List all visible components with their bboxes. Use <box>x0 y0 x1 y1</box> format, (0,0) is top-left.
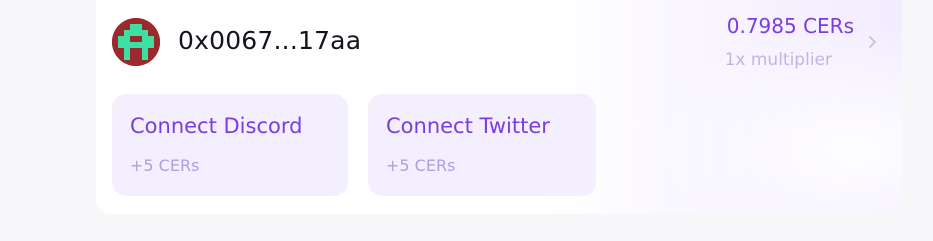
avatar <box>112 18 160 66</box>
chevron-right-icon[interactable] <box>866 33 880 51</box>
pixel-identicon-icon <box>112 18 160 66</box>
task-title: Connect Twitter <box>386 114 550 138</box>
wallet-address: 0x0067...17aa <box>178 26 362 55</box>
balance-link[interactable]: 0.7985 CERs <box>727 14 854 38</box>
account-card: 0x0067...17aa 0.7985 CERs 1x multiplier … <box>96 0 902 214</box>
connect-twitter-button[interactable]: Connect Twitter +5 CERs <box>368 94 596 196</box>
task-reward: +5 CERs <box>386 156 456 175</box>
task-reward: +5 CERs <box>130 156 200 175</box>
task-title: Connect Discord <box>130 114 303 138</box>
connect-discord-button[interactable]: Connect Discord +5 CERs <box>112 94 348 196</box>
multiplier-label: 1x multiplier <box>724 50 832 70</box>
